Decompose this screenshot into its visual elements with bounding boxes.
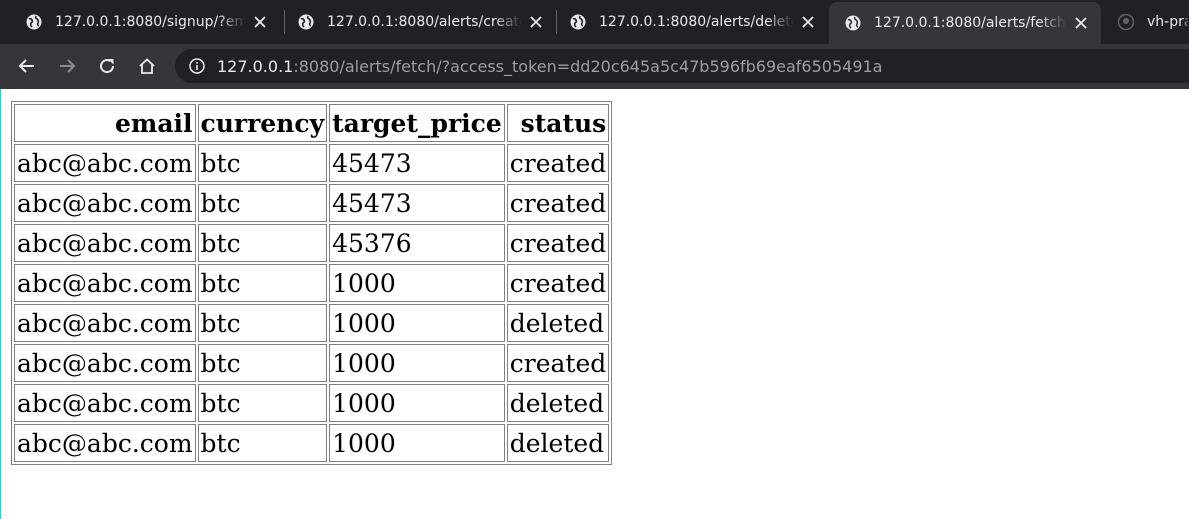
url-text: 127.0.0.1:8080/alerts/fetch/?access_toke… bbox=[217, 57, 882, 76]
target-price-cell: 1000 bbox=[329, 344, 505, 382]
status-cell: created bbox=[506, 264, 610, 302]
target-price-cell: 45473 bbox=[329, 144, 505, 182]
currency-cell: btc bbox=[197, 264, 328, 302]
currency-cell: btc bbox=[197, 384, 328, 422]
forward-button[interactable] bbox=[53, 52, 81, 80]
currency-cell: btc bbox=[197, 344, 328, 382]
reload-button[interactable] bbox=[93, 52, 121, 80]
browser-tab-active[interactable]: 127.0.0.1:8080/alerts/fetch/ bbox=[829, 2, 1101, 44]
info-icon[interactable] bbox=[189, 58, 205, 74]
email-cell: abc@abc.com bbox=[14, 144, 196, 182]
browser-tab[interactable]: 127.0.0.1:8080/signup/?email=abc@abc.com bbox=[0, 0, 280, 44]
alerts-table: email currency target_price status abc@a… bbox=[11, 101, 613, 465]
globe-icon bbox=[570, 14, 586, 30]
url-host: 127.0.0.1 bbox=[217, 57, 294, 76]
url-path: :8080/alerts/fetch/?access_token=dd20c64… bbox=[293, 57, 883, 76]
browser-tab[interactable]: 127.0.0.1:8080/alerts/delete/ bbox=[544, 0, 828, 44]
close-icon[interactable] bbox=[526, 12, 546, 32]
target-price-cell: 45473 bbox=[329, 184, 505, 222]
back-arrow-icon bbox=[18, 59, 34, 73]
email-cell: abc@abc.com bbox=[14, 224, 196, 262]
back-button[interactable] bbox=[13, 52, 41, 80]
browser-toolbar: 127.0.0.1:8080/alerts/fetch/?access_toke… bbox=[0, 44, 1189, 89]
email-cell: abc@abc.com bbox=[14, 344, 196, 382]
github-icon bbox=[1118, 14, 1134, 30]
table-row: abc@abc.com btc 1000 deleted bbox=[14, 384, 610, 422]
currency-cell: btc bbox=[197, 144, 328, 182]
tab-title: 127.0.0.1:8080/signup/?email=abc@abc.com bbox=[55, 14, 246, 30]
email-cell: abc@abc.com bbox=[14, 184, 196, 222]
status-cell: created bbox=[506, 144, 610, 182]
tab-strip: 127.0.0.1:8080/signup/?email=abc@abc.com… bbox=[0, 0, 1189, 44]
email-cell: abc@abc.com bbox=[14, 264, 196, 302]
currency-cell: btc bbox=[197, 304, 328, 342]
close-icon[interactable] bbox=[250, 12, 270, 32]
currency-cell: btc bbox=[197, 184, 328, 222]
table-header-row: email currency target_price status bbox=[14, 104, 610, 142]
email-cell: abc@abc.com bbox=[14, 384, 196, 422]
column-header-email: email bbox=[14, 104, 196, 142]
tab-title: 127.0.0.1:8080/alerts/fetch/ bbox=[874, 15, 1067, 31]
globe-icon bbox=[26, 14, 42, 30]
column-header-currency: currency bbox=[197, 104, 328, 142]
globe-icon bbox=[298, 14, 314, 30]
window-edge bbox=[0, 89, 1, 519]
status-cell: created bbox=[506, 184, 610, 222]
home-icon bbox=[139, 58, 155, 74]
table-row: abc@abc.com btc 1000 created bbox=[14, 344, 610, 382]
address-bar[interactable]: 127.0.0.1:8080/alerts/fetch/?access_toke… bbox=[175, 49, 1189, 83]
target-price-cell: 1000 bbox=[329, 264, 505, 302]
table-row: abc@abc.com btc 1000 deleted bbox=[14, 304, 610, 342]
status-cell: created bbox=[506, 224, 610, 262]
target-price-cell: 1000 bbox=[329, 424, 505, 462]
table-row: abc@abc.com btc 45473 created bbox=[14, 144, 610, 182]
close-icon[interactable] bbox=[798, 12, 818, 32]
status-cell: created bbox=[506, 344, 610, 382]
status-cell: deleted bbox=[506, 304, 610, 342]
page-content: email currency target_price status abc@a… bbox=[0, 89, 1189, 519]
tab-title: 127.0.0.1:8080/alerts/delete/ bbox=[599, 14, 794, 30]
currency-cell: btc bbox=[197, 424, 328, 462]
email-cell: abc@abc.com bbox=[14, 304, 196, 342]
home-button[interactable] bbox=[133, 52, 161, 80]
forward-arrow-icon bbox=[60, 59, 76, 73]
target-price-cell: 45376 bbox=[329, 224, 505, 262]
column-header-status: status bbox=[506, 104, 610, 142]
table-row: abc@abc.com btc 45376 created bbox=[14, 224, 610, 262]
reload-icon bbox=[100, 59, 115, 74]
target-price-cell: 1000 bbox=[329, 304, 505, 342]
currency-cell: btc bbox=[197, 224, 328, 262]
status-cell: deleted bbox=[506, 424, 610, 462]
close-icon[interactable] bbox=[1071, 13, 1091, 33]
tab-title: vh-pra bbox=[1147, 14, 1189, 30]
browser-tab[interactable]: 127.0.0.1:8080/alerts/create/ bbox=[272, 0, 556, 44]
target-price-cell: 1000 bbox=[329, 384, 505, 422]
tab-title: 127.0.0.1:8080/alerts/create/ bbox=[327, 14, 522, 30]
table-row: abc@abc.com btc 1000 deleted bbox=[14, 424, 610, 462]
column-header-target-price: target_price bbox=[329, 104, 505, 142]
globe-icon bbox=[845, 15, 861, 31]
table-row: abc@abc.com btc 45473 created bbox=[14, 184, 610, 222]
browser-tab[interactable]: vh-pra bbox=[1092, 0, 1189, 44]
status-cell: deleted bbox=[506, 384, 610, 422]
table-row: abc@abc.com btc 1000 created bbox=[14, 264, 610, 302]
email-cell: abc@abc.com bbox=[14, 424, 196, 462]
